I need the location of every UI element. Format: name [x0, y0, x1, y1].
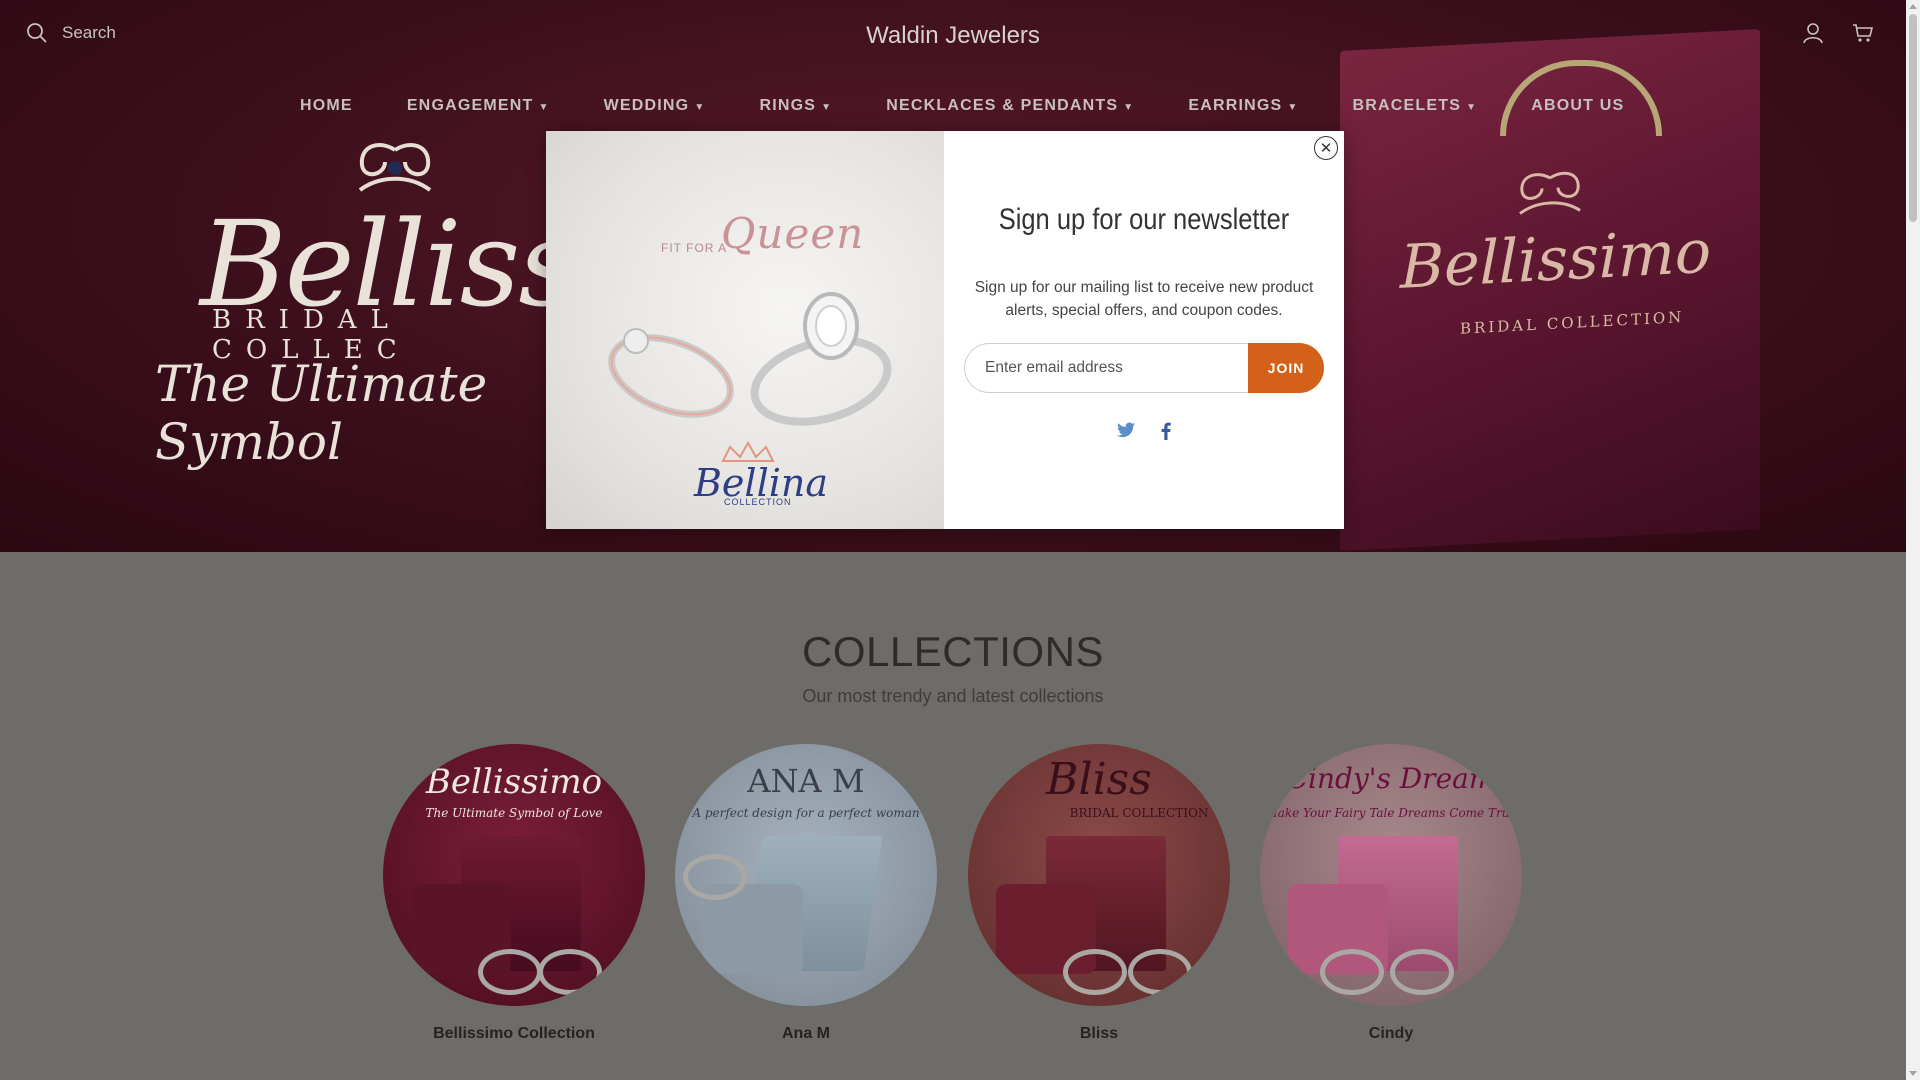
- close-button[interactable]: ✕: [1314, 136, 1338, 160]
- promo-fit-text: FIT FOR A: [661, 241, 728, 255]
- newsletter-title: Sign up for our newsletter: [998, 203, 1290, 236]
- facebook-icon[interactable]: [1161, 422, 1171, 440]
- page-scrollbar[interactable]: [1906, 0, 1920, 1080]
- promo-queen-text: Queen: [721, 209, 865, 258]
- twitter-icon[interactable]: [1117, 422, 1135, 438]
- scrollbar-thumb[interactable]: [1909, 14, 1917, 222]
- email-field[interactable]: [964, 343, 1248, 393]
- social-links: [944, 422, 1344, 440]
- promo-brand-sub: COLLECTION: [724, 497, 792, 507]
- close-icon: ✕: [1319, 139, 1333, 157]
- ring-image: [608, 328, 734, 418]
- newsletter-form: JOIN: [964, 343, 1324, 393]
- ring-image: [750, 292, 892, 426]
- scroll-up-icon[interactable]: [1909, 4, 1917, 9]
- newsletter-promo-image: FIT FOR A Queen Bellina COLLECTION: [546, 131, 944, 529]
- scroll-down-icon[interactable]: [1909, 1071, 1917, 1076]
- newsletter-form-panel: ✕ Sign up for our newsletter Sign up for…: [944, 131, 1344, 529]
- join-button[interactable]: JOIN: [1248, 343, 1324, 393]
- newsletter-description: Sign up for our mailing list to receive …: [974, 279, 1314, 319]
- newsletter-modal: FIT FOR A Queen Bellina COLLECTION ✕ Sig…: [546, 131, 1344, 529]
